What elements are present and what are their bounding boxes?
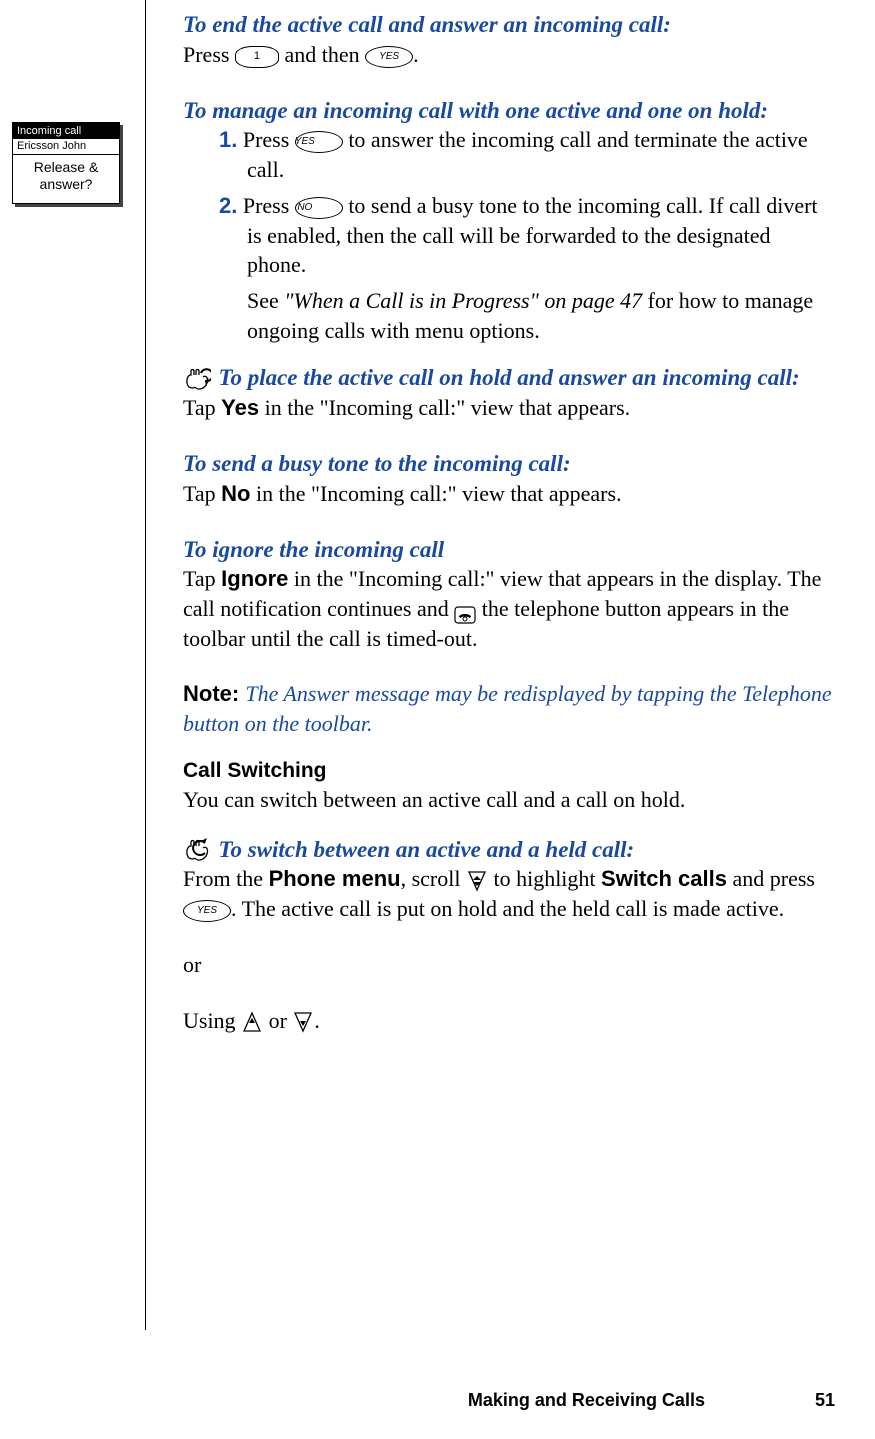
section-busy-tone: To send a busy tone to the incoming call… [183,449,835,509]
section-hold-answer: To place the active call on hold and ans… [183,363,835,423]
heading-busy-tone: To send a busy tone to the incoming call… [183,449,835,479]
heading-end-active: To end the active call and answer an inc… [183,10,835,40]
step-1-num: 1. [219,127,237,152]
body-end-active: Press 1 and then YES. [183,40,835,70]
mini-screen-name: Ericsson John [13,139,119,155]
arrow-up-icon [241,1011,263,1033]
mini-screen-prompt: Release & answer? [13,155,119,197]
vertical-rule [145,0,146,1330]
heading-switch-calls: To switch between an active and a held c… [219,837,635,862]
step-2: 2. Press NO to send a busy tone to the i… [219,191,835,280]
or-text: or [183,950,835,980]
tap-hand-icon [183,367,211,393]
body-switch-calls: From the Phone menu, scroll to highlight… [183,864,835,923]
see-reference: See "When a Call is in Progress" on page… [219,286,835,345]
footer-page-number: 51 [815,1390,835,1411]
tap-hand-icon [183,838,211,864]
heading-manage-incoming: To manage an incoming call with one acti… [183,96,835,126]
key-yes-icon: YES [295,131,343,153]
arrow-down-icon [292,1011,314,1033]
body-using-arrows: Using or . [183,1006,835,1036]
footer-title: Making and Receiving Calls [468,1390,705,1411]
body-hold-answer: Tap Yes in the "Incoming call:" view tha… [183,393,835,423]
prompt-line1: Release & [34,159,99,175]
yes-label: Yes [221,395,259,420]
body-ignore: Tap Ignore in the "Incoming call:" view … [183,564,835,653]
step-2-num: 2. [219,193,237,218]
phone-menu-label: Phone menu [269,866,401,891]
note-block: Note: The Answer message may be redispla… [183,679,835,738]
body-busy-tone: Tap No in the "Incoming call:" view that… [183,479,835,509]
key-yes-icon: YES [365,46,413,68]
note-label: Note: [183,681,245,706]
page-footer: Making and Receiving Calls 51 [0,1390,875,1411]
section-manage-incoming: To manage an incoming call with one acti… [183,96,835,346]
heading-call-switching: Call Switching [183,759,835,783]
section-end-active-answer: To end the active call and answer an inc… [183,10,835,70]
switch-calls-label: Switch calls [601,866,727,891]
step-1: 1. Press YES to answer the incoming call… [219,125,835,184]
no-label: No [221,481,250,506]
key-yes-icon: YES [183,900,231,922]
key-1-icon: 1 [235,46,279,68]
ignore-label: Ignore [221,566,288,591]
section-switch-calls: To switch between an active and a held c… [183,835,835,924]
arrow-down-icon [466,870,488,892]
key-no-icon: NO [295,197,343,219]
heading-hold-answer: To place the active call on hold and ans… [219,365,800,390]
section-call-switching: Call Switching You can switch between an… [183,759,835,815]
heading-ignore: To ignore the incoming call [183,535,835,565]
reference-text: "When a Call is in Progress" on page 47 [284,288,642,313]
mini-screen: Incoming call Ericsson John Release & an… [12,122,120,204]
body-call-switching: You can switch between an active call an… [183,785,835,815]
mini-screen-header: Incoming call [13,123,119,139]
prompt-line2: answer? [40,176,93,192]
note-text: The Answer message may be redisplayed by… [183,681,832,736]
section-ignore: To ignore the incoming call Tap Ignore i… [183,535,835,654]
telephone-icon [454,602,476,620]
